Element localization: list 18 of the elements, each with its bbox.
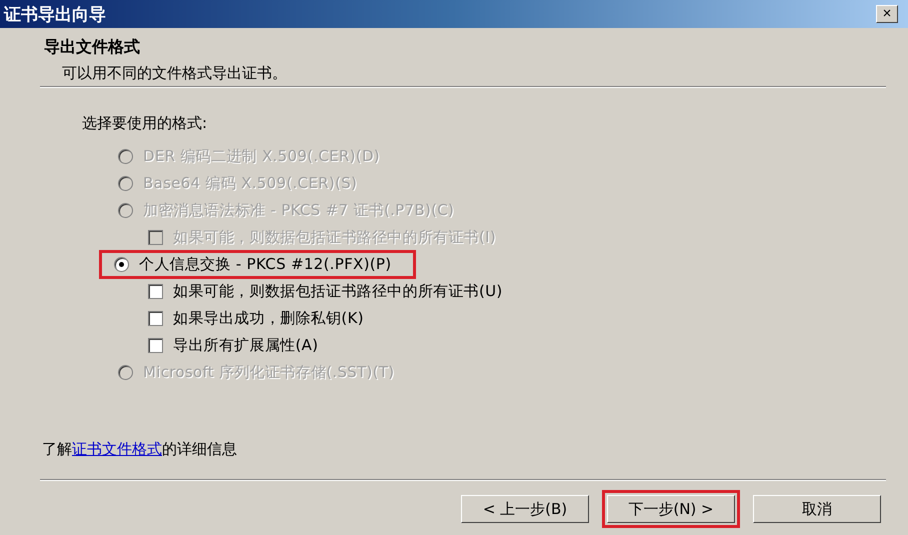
- option-label: 如果可能，则数据包括证书路径中的所有证书(U): [173, 282, 503, 301]
- radio-button[interactable]: [114, 257, 129, 272]
- format-link[interactable]: 证书文件格式: [72, 440, 162, 458]
- checkbox[interactable]: [148, 284, 163, 299]
- info-text: 了解证书文件格式的详细信息: [42, 440, 238, 459]
- window-title: 证书导出向导: [4, 4, 106, 26]
- checkbox[interactable]: [148, 311, 163, 326]
- format-prompt: 选择要使用的格式:: [82, 114, 208, 133]
- option-label: 如果导出成功，删除私钥(K): [173, 309, 364, 328]
- option-label: 导出所有扩展属性(A): [173, 336, 318, 355]
- checkbox[interactable]: [148, 338, 163, 353]
- close-button[interactable]: ×: [876, 5, 898, 23]
- wizard-button[interactable]: 取消: [753, 495, 881, 523]
- page-title: 导出文件格式: [44, 37, 141, 58]
- option-label: 个人信息交换 - PKCS #12(.PFX)(P): [139, 255, 392, 274]
- wizard-button[interactable]: < 上一步(B): [461, 495, 589, 523]
- page-subtitle: 可以用不同的文件格式导出证书。: [62, 64, 288, 83]
- wizard-button[interactable]: 下一步(N) >: [607, 495, 735, 523]
